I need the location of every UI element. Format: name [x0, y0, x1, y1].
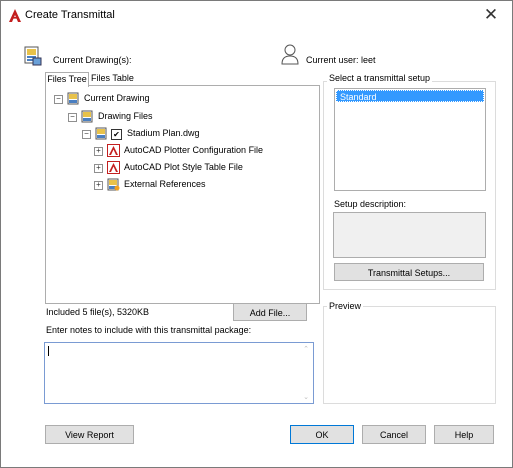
autocad-icon	[107, 161, 120, 174]
setup-listbox[interactable]: Standard	[334, 88, 486, 191]
current-user-label: Current user: leet	[306, 55, 376, 65]
tree-node-label: Stadium Plan.dwg	[127, 128, 200, 138]
title-bar: Create Transmittal ✕	[1, 1, 512, 31]
setup-description-box	[333, 212, 486, 258]
cancel-button[interactable]: Cancel	[362, 425, 426, 444]
tree-node-label: External References	[124, 179, 206, 189]
setup-description-label: Setup description:	[334, 199, 407, 209]
tree-node-label: AutoCAD Plotter Configuration File	[124, 145, 264, 155]
notes-textarea[interactable]: ⌃ ⌄	[44, 342, 314, 404]
drawing-folder-icon	[67, 92, 79, 105]
expand-icon[interactable]: +	[94, 164, 103, 173]
current-drawings-label: Current Drawing(s):	[53, 55, 132, 65]
collapse-icon[interactable]: −	[82, 130, 91, 139]
autocad-app-icon	[9, 9, 21, 22]
window-title: Create Transmittal	[25, 9, 115, 21]
included-files-summary: Included 5 file(s), 5320KB	[46, 307, 150, 317]
tree-node-label: Drawing Files	[98, 111, 153, 121]
tree-node-label: Current Drawing	[84, 93, 150, 103]
ok-button[interactable]: OK	[290, 425, 354, 444]
tab-files-tree[interactable]: Files Tree	[45, 72, 89, 87]
collapse-icon[interactable]: −	[54, 95, 63, 104]
expand-icon[interactable]: +	[94, 181, 103, 190]
setup-list-item-standard[interactable]: Standard	[336, 90, 484, 102]
user-icon	[281, 44, 299, 65]
tree-node-label: AutoCAD Plot Style Table File	[124, 162, 243, 172]
xref-icon	[107, 178, 120, 191]
include-checkbox[interactable]: ✔	[111, 129, 122, 140]
scroll-up-icon[interactable]: ⌃	[303, 345, 309, 353]
add-file-button[interactable]: Add File...	[233, 303, 307, 321]
current-drawings-icon	[24, 46, 42, 66]
transmittal-setups-button[interactable]: Transmittal Setups...	[334, 263, 484, 281]
setup-group-label: Select a transmittal setup	[327, 73, 433, 83]
files-tree[interactable]: − Current Drawing − Drawing Files − ✔ St…	[45, 85, 320, 304]
help-button[interactable]: Help	[434, 425, 494, 444]
drawing-folder-icon	[81, 110, 93, 123]
autocad-icon	[107, 144, 120, 157]
collapse-icon[interactable]: −	[68, 113, 77, 122]
preview-group	[323, 306, 496, 404]
preview-label: Preview	[327, 301, 364, 311]
close-icon: ✕	[483, 5, 499, 24]
close-button[interactable]: ✕	[479, 4, 503, 26]
create-transmittal-dialog: Create Transmittal ✕ Current Drawing(s):…	[0, 0, 513, 468]
tab-files-table[interactable]: Files Table	[91, 72, 134, 85]
dwg-file-icon	[95, 127, 107, 140]
text-caret	[48, 346, 49, 356]
scroll-down-icon[interactable]: ⌄	[303, 393, 309, 401]
view-report-button[interactable]: View Report	[45, 425, 134, 444]
expand-icon[interactable]: +	[94, 147, 103, 156]
notes-label: Enter notes to include with this transmi…	[46, 325, 252, 335]
